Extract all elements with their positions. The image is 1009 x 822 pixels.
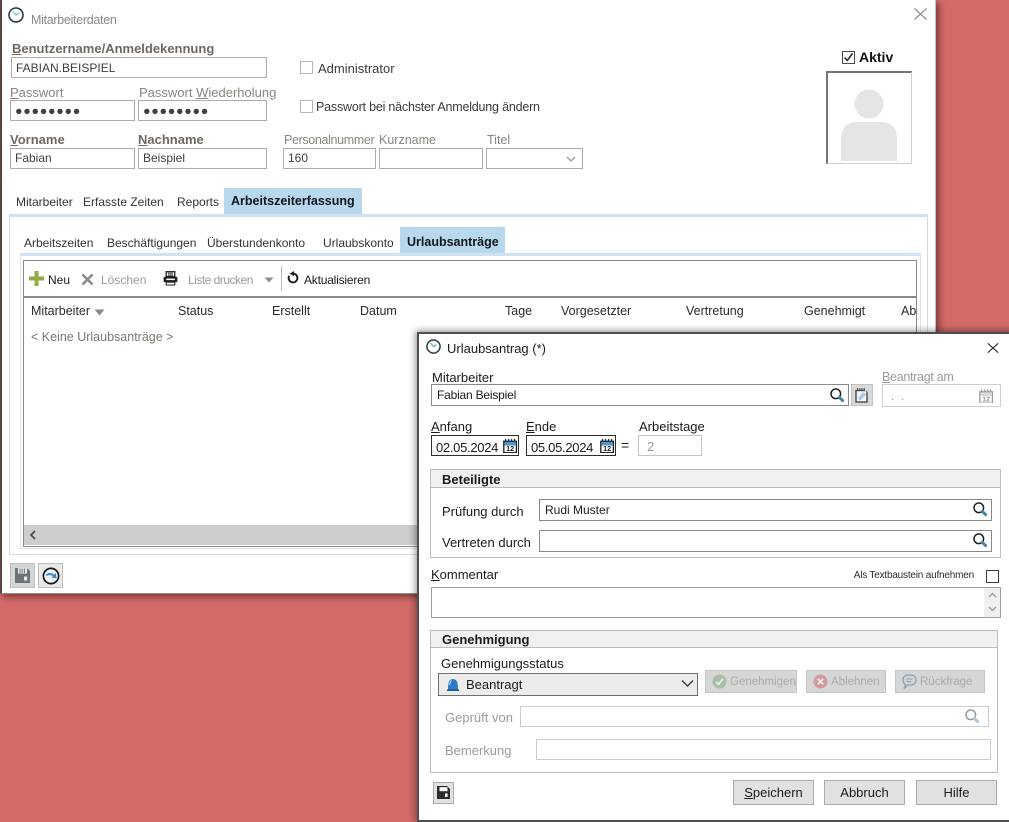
svg-text:12: 12 xyxy=(982,395,990,403)
svg-text:12: 12 xyxy=(603,444,611,453)
svg-text:12: 12 xyxy=(506,444,514,453)
